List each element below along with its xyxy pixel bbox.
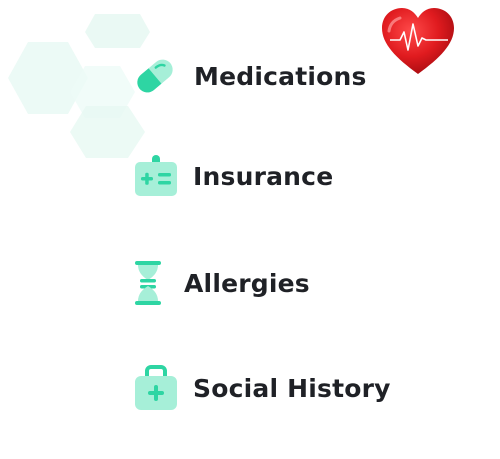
menu-item-social-history[interactable]: Social History <box>133 362 391 414</box>
medical-bag-icon <box>135 365 177 410</box>
menu-item-allergies[interactable]: Allergies <box>134 258 310 308</box>
page: Medications Insurance Allergies Social H… <box>0 0 500 459</box>
menu-item-label: Insurance <box>193 161 334 191</box>
menu-item-medications[interactable]: Medications <box>132 52 367 100</box>
menu-item-label: Medications <box>194 61 367 91</box>
heart-pulse-icon <box>382 8 454 74</box>
menu-item-label: Allergies <box>184 268 310 298</box>
pill-icon <box>137 59 173 93</box>
menu-item-label: Social History <box>193 373 391 403</box>
menu-item-insurance[interactable]: Insurance <box>133 152 333 200</box>
insurance-card-icon <box>135 155 177 196</box>
dna-icon <box>135 261 161 305</box>
